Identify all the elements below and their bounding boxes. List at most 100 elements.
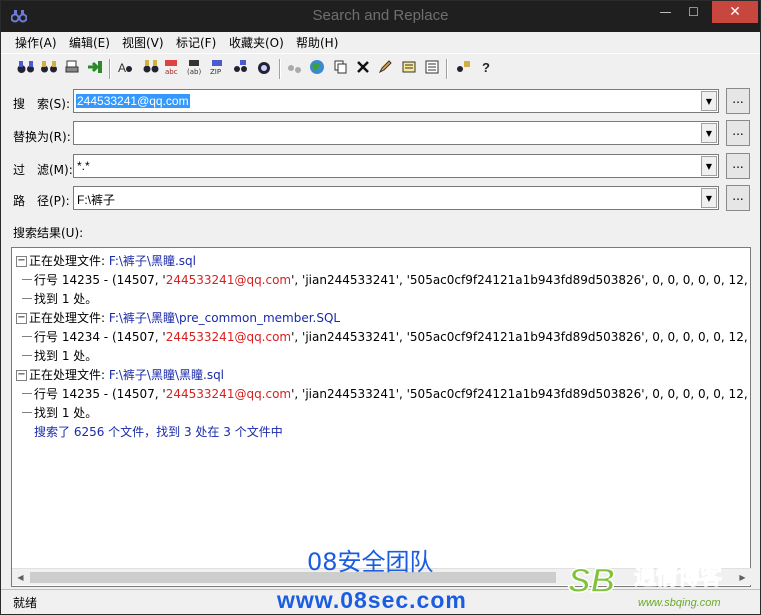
find-in-files-icon[interactable]: A <box>116 59 136 79</box>
collapse-icon[interactable]: − <box>16 256 27 267</box>
search-browse-button[interactable]: ... <box>726 88 750 114</box>
watermark-site: www.08sec.com <box>277 587 467 613</box>
print-icon[interactable] <box>62 59 82 79</box>
zip-icon[interactable]: ZIP <box>208 59 228 79</box>
scroll-left-icon[interactable]: ◀ <box>12 569 29 586</box>
result-file-node[interactable]: − 正在处理文件: F:\裤子\黑瞳\pre_common_member.SQL <box>16 309 750 328</box>
toolbar-separator <box>109 59 111 79</box>
menu-action[interactable]: 操作(A) <box>15 34 57 51</box>
delete-icon[interactable] <box>353 59 373 79</box>
tree-branch <box>22 271 32 280</box>
app-window: Search and Replace — ☐ ✕ 操作(A) 编辑(E) 视图(… <box>0 0 761 615</box>
filter-label: 过 滤(M): <box>13 163 73 177</box>
file-path: F:\裤子\黑瞳\pre_common_member.SQL <box>108 311 341 325</box>
notes-icon[interactable] <box>399 59 419 79</box>
search-combo[interactable]: 244533241@qq.com ▼ <box>73 89 719 113</box>
result-file-node[interactable]: − 正在处理文件: F:\裤子\黑瞳\黑瞳.sql <box>16 366 750 385</box>
svg-text:?: ? <box>482 60 490 75</box>
result-line-node[interactable]: 行号 14235 - (14507, '244533241@qq.com', '… <box>16 385 750 404</box>
tree-branch <box>22 290 32 299</box>
line-suffix: ', 'jian244533241', '505ac0cf9f24121a1b9… <box>291 273 750 287</box>
svg-text:ZIP: ZIP <box>210 68 221 75</box>
match-text: 244533241@qq.com <box>165 273 292 287</box>
replace-combo[interactable]: ▼ <box>73 121 719 145</box>
svg-text:www.sbqing.com: www.sbqing.com <box>638 597 721 609</box>
file-path: F:\裤子\黑瞳\黑瞳.sql <box>108 368 225 382</box>
found-count: 找到 1 处。 <box>34 406 98 420</box>
result-line-node[interactable]: 行号 14235 - (14507, '244533241@qq.com', '… <box>16 271 750 290</box>
watermark-team: 08安全团队 <box>307 548 434 576</box>
line-suffix: ', 'jian244533241', '505ac0cf9f24121a1b9… <box>291 330 750 344</box>
menu-edit[interactable]: 编辑(E) <box>69 34 110 51</box>
menu-mark[interactable]: 标记(F) <box>176 34 216 51</box>
result-count-node: 找到 1 处。 <box>16 404 750 423</box>
chevron-down-icon[interactable]: ▼ <box>701 123 717 143</box>
edit-icon[interactable] <box>375 59 395 79</box>
help-icon[interactable]: ? <box>477 59 497 79</box>
minimize-button[interactable]: — <box>652 1 679 23</box>
file-prefix: 正在处理文件: <box>29 254 109 268</box>
file-prefix: 正在处理文件: <box>29 311 109 325</box>
collapse-icon[interactable]: − <box>16 313 27 324</box>
file-prefix: 正在处理文件: <box>29 368 109 382</box>
status-text: 就绪 <box>13 596 38 610</box>
maximize-button[interactable]: ☐ <box>680 1 707 23</box>
find-icon[interactable] <box>16 59 36 79</box>
results-panel[interactable]: − 正在处理文件: F:\裤子\黑瞳.sql 行号 14235 - (14507,… <box>11 247 751 587</box>
chevron-down-icon[interactable]: ▼ <box>701 188 717 208</box>
results-label: 搜索结果(U): <box>13 226 84 240</box>
menu-favorites[interactable]: 收藏夹(O) <box>229 34 284 51</box>
filter-browse-button[interactable]: ... <box>726 153 750 179</box>
toolbar: A abc (ab) ZIP ? <box>1 53 760 83</box>
window-title: Search and Replace <box>312 7 449 24</box>
svg-text:A: A <box>118 61 126 75</box>
search-summary: 搜索了 6256 个文件，找到 3 处在 3 个文件中 <box>34 425 283 439</box>
chevron-down-icon[interactable]: ▼ <box>701 91 717 111</box>
tree-branch <box>22 328 32 337</box>
replace-in-files-icon[interactable] <box>141 59 161 79</box>
svg-text:(ab): (ab) <box>187 68 201 75</box>
close-button[interactable]: ✕ <box>712 1 758 23</box>
line-prefix: 行号 14234 - (14507, ' <box>34 330 166 344</box>
result-count-node: 找到 1 处。 <box>16 290 750 309</box>
chevron-down-icon[interactable]: ▼ <box>701 156 717 176</box>
globe-icon[interactable] <box>307 59 327 79</box>
toolbar-separator <box>279 59 281 79</box>
found-count: 找到 1 处。 <box>34 349 98 363</box>
search-label: 搜 索(S): <box>13 97 71 111</box>
replace-icon[interactable] <box>39 59 59 79</box>
toolbar-separator <box>446 59 448 79</box>
binary-icon[interactable] <box>231 59 251 79</box>
copy-icon[interactable] <box>331 59 351 79</box>
path-input[interactable]: F:\裤子 <box>77 191 115 208</box>
line-prefix: 行号 14235 - (14507, ' <box>34 387 166 401</box>
text-replace-icon[interactable]: abc <box>162 59 182 79</box>
found-count: 找到 1 处。 <box>34 292 98 306</box>
scrollbar-thumb[interactable] <box>30 572 556 583</box>
svg-text:abc: abc <box>165 68 178 75</box>
case-icon[interactable]: (ab) <box>185 59 205 79</box>
search-input[interactable]: 244533241@qq.com <box>76 94 190 108</box>
web-icon[interactable] <box>254 59 274 79</box>
filter-combo[interactable]: *.* ▼ <box>73 154 719 178</box>
filter-input[interactable]: *.* <box>77 159 90 173</box>
svg-text:逍情博客: 逍情博客 <box>634 564 723 590</box>
path-combo[interactable]: F:\裤子 ▼ <box>73 186 719 210</box>
result-file-node[interactable]: − 正在处理文件: F:\裤子\黑瞳.sql <box>16 252 750 271</box>
title-bar[interactable]: Search and Replace — ☐ ✕ <box>1 1 760 32</box>
menu-help[interactable]: 帮助(H) <box>296 34 338 51</box>
result-count-node: 找到 1 处。 <box>16 347 750 366</box>
menu-view[interactable]: 视图(V) <box>122 34 164 51</box>
collapse-icon[interactable]: − <box>16 370 27 381</box>
match-text: 244533241@qq.com <box>165 330 292 344</box>
tree-branch <box>22 404 32 413</box>
replace-browse-button[interactable]: ... <box>726 120 750 146</box>
result-line-node[interactable]: 行号 14234 - (14507, '244533241@qq.com', '… <box>16 328 750 347</box>
match-text: 244533241@qq.com <box>165 387 292 401</box>
list-icon[interactable] <box>422 59 442 79</box>
file-path: F:\裤子\黑瞳.sql <box>108 254 196 268</box>
exit-icon[interactable] <box>85 59 105 79</box>
svg-text:SB: SB <box>568 562 615 600</box>
path-browse-button[interactable]: ... <box>726 185 750 211</box>
settings-icon[interactable] <box>454 59 474 79</box>
